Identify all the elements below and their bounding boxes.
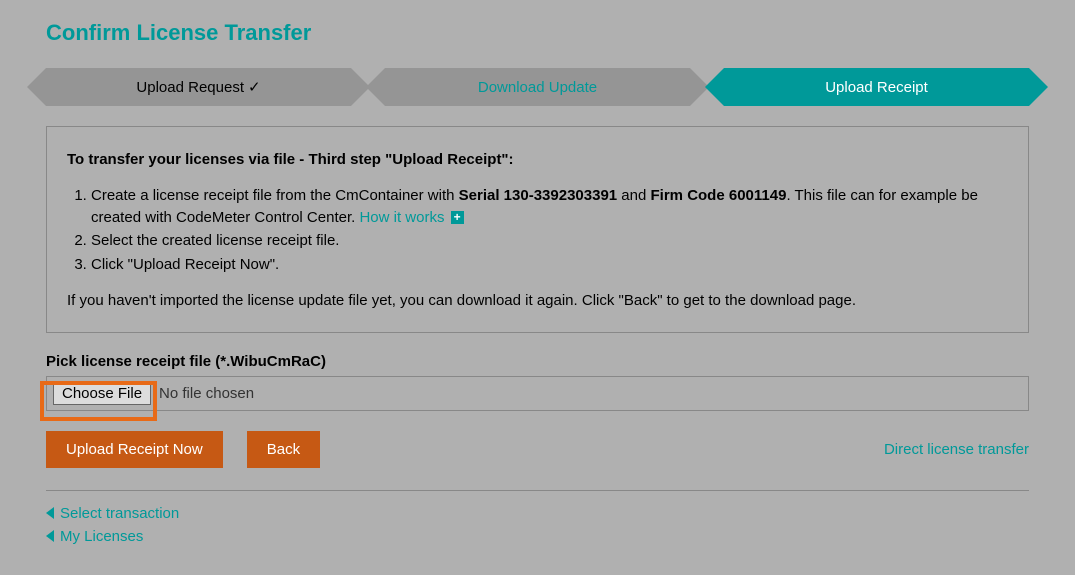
link-label: My Licenses bbox=[60, 528, 143, 545]
direct-license-transfer-link[interactable]: Direct license transfer bbox=[884, 441, 1029, 458]
step-label: Upload Request bbox=[136, 79, 244, 96]
page-title: Confirm License Transfer bbox=[46, 20, 1029, 46]
divider bbox=[46, 490, 1029, 491]
instructions-panel: To transfer your licenses via file - Thi… bbox=[46, 126, 1029, 333]
instruction-item: Click "Upload Receipt Now". bbox=[91, 254, 1008, 276]
my-licenses-link[interactable]: My Licenses bbox=[46, 528, 1029, 545]
serial-number: Serial 130-3392303391 bbox=[459, 187, 617, 204]
step-upload-receipt[interactable]: Upload Receipt bbox=[724, 68, 1029, 106]
plus-icon[interactable]: + bbox=[451, 211, 464, 224]
instruction-item: Select the created license receipt file. bbox=[91, 230, 1008, 252]
checkmark-icon: ✓ bbox=[248, 78, 261, 96]
choose-file-button[interactable]: Choose File bbox=[53, 382, 151, 405]
text: Create a license receipt file from the C… bbox=[91, 187, 459, 204]
arrow-left-icon bbox=[46, 507, 54, 519]
step-label: Upload Receipt bbox=[825, 79, 928, 96]
back-button[interactable]: Back bbox=[247, 431, 320, 468]
upload-receipt-now-button[interactable]: Upload Receipt Now bbox=[46, 431, 223, 468]
step-label: Download Update bbox=[478, 79, 597, 96]
step-upload-request[interactable]: Upload Request ✓ bbox=[46, 68, 351, 106]
text: and bbox=[617, 187, 650, 204]
file-picker-row: Choose File No file chosen bbox=[46, 376, 1029, 411]
link-label: Select transaction bbox=[60, 505, 179, 522]
step-download-update[interactable]: Download Update bbox=[385, 68, 690, 106]
instructions-heading: To transfer your licenses via file - Thi… bbox=[67, 149, 1008, 171]
instructions-note: If you haven't imported the license upda… bbox=[67, 290, 1008, 312]
arrow-left-icon bbox=[46, 530, 54, 542]
bottom-links: Select transaction My Licenses bbox=[46, 505, 1029, 545]
firm-code: Firm Code 6001149 bbox=[651, 187, 787, 204]
action-row: Upload Receipt Now Back Direct license t… bbox=[46, 431, 1029, 468]
instructions-list: Create a license receipt file from the C… bbox=[67, 185, 1008, 276]
file-picker-status: No file chosen bbox=[159, 385, 254, 402]
step-bar: Upload Request ✓ Download Update Upload … bbox=[46, 68, 1029, 106]
how-it-works-link[interactable]: How it works bbox=[359, 209, 444, 226]
select-transaction-link[interactable]: Select transaction bbox=[46, 505, 1029, 522]
instruction-item: Create a license receipt file from the C… bbox=[91, 185, 1008, 229]
file-picker-label: Pick license receipt file (*.WibuCmRaC) bbox=[46, 353, 1029, 370]
